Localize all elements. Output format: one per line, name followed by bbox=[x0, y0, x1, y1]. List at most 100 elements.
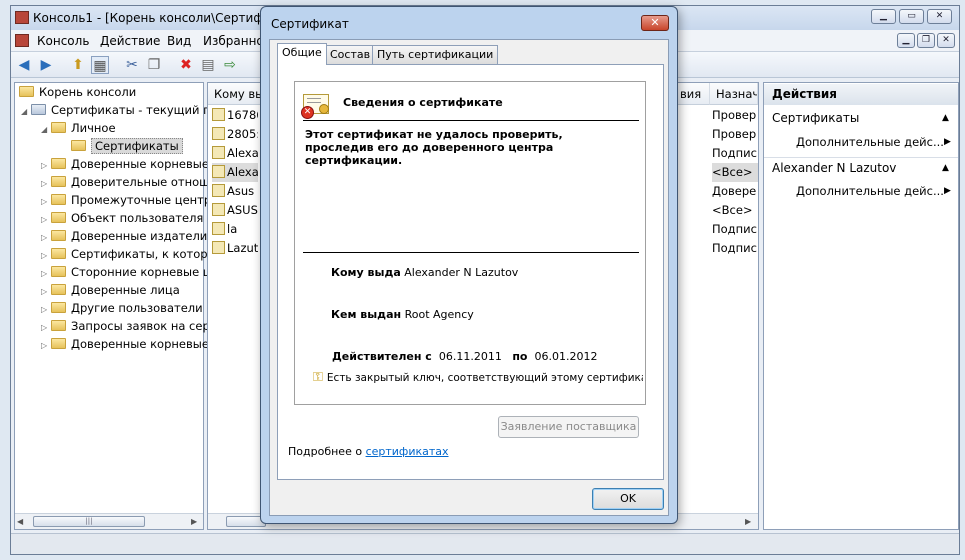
certificate-store-icon bbox=[31, 104, 46, 115]
private-key-text: Есть закрытый ключ, соответствующий этом… bbox=[326, 372, 643, 384]
table-row[interactable]: Asus bbox=[212, 182, 258, 201]
cell-purpose: Провер bbox=[712, 127, 757, 141]
expanded-arrow-icon[interactable]: ◢ bbox=[41, 121, 51, 137]
collapsed-arrow-icon[interactable]: ▷ bbox=[41, 247, 51, 263]
collapsed-arrow-icon[interactable]: ▷ bbox=[41, 319, 51, 335]
divider bbox=[303, 252, 639, 253]
scroll-thumb[interactable]: ||| bbox=[33, 516, 145, 527]
scroll-left-icon[interactable]: ◀ bbox=[17, 517, 23, 526]
cell-issued-to: Lazuto bbox=[227, 241, 258, 255]
up-folder-icon[interactable]: ⬆ bbox=[69, 56, 87, 74]
tree-item-personal[interactable]: ◢ Личное bbox=[41, 119, 116, 137]
cell-issued-to: Asus bbox=[227, 184, 255, 198]
menu-action[interactable]: Действие bbox=[100, 34, 160, 48]
console-menu-icon[interactable] bbox=[15, 34, 29, 47]
tab-certification-path[interactable]: Путь сертификации bbox=[372, 45, 499, 64]
menu-console[interactable]: Консоль bbox=[37, 34, 89, 48]
collapsed-arrow-icon[interactable]: ▷ bbox=[41, 175, 51, 191]
table-row[interactable]: ASUS bbox=[212, 201, 258, 220]
collapsed-arrow-icon[interactable]: ▷ bbox=[41, 229, 51, 245]
child-minimize-button[interactable]: ▁ bbox=[897, 33, 915, 48]
tree-horizontal-scrollbar[interactable]: ◀ ||| ▶ bbox=[15, 513, 203, 529]
tree-item-console-root[interactable]: Корень консоли bbox=[19, 83, 136, 101]
tree-item-folder[interactable]: ▷ Доверительные отнош bbox=[41, 173, 210, 191]
tree-item-folder[interactable]: ▷ Другие пользователи bbox=[41, 299, 203, 317]
tree-item-certificates-current-user[interactable]: ◢ Сертификаты - текущий п bbox=[21, 101, 211, 119]
tree-item-folder[interactable]: ▷ Объект пользователя А bbox=[41, 209, 215, 227]
collapsed-arrow-icon[interactable]: ▷ bbox=[41, 283, 51, 299]
certificate-dialog: Сертификат ✕ Общие Состав Путь сертифика… bbox=[260, 6, 678, 524]
dialog-close-button[interactable]: ✕ bbox=[641, 15, 669, 31]
certificate-icon bbox=[212, 165, 225, 178]
export-icon[interactable]: ⇨ bbox=[221, 56, 239, 74]
expanded-arrow-icon[interactable]: ◢ bbox=[21, 103, 31, 119]
table-row[interactable]: Alexar bbox=[212, 144, 258, 163]
tab-details[interactable]: Состав bbox=[325, 45, 376, 64]
menu-view[interactable]: Вид bbox=[167, 34, 191, 48]
column-header-issued-to[interactable]: Кому вы bbox=[208, 83, 268, 105]
child-close-button[interactable]: ✕ bbox=[937, 33, 955, 48]
actions-more-2[interactable]: Дополнительные дейс... ▶ bbox=[764, 181, 958, 202]
actions-header: Действия bbox=[764, 84, 958, 105]
collapse-icon[interactable]: ▲ bbox=[942, 108, 949, 129]
column-header-purposes[interactable]: Назначе bbox=[710, 83, 758, 105]
collapsed-arrow-icon[interactable]: ▷ bbox=[41, 211, 51, 227]
maximize-button[interactable]: ▭ bbox=[899, 9, 924, 24]
forward-icon[interactable]: ▶ bbox=[37, 56, 55, 74]
tree-item-folder[interactable]: ▷ Сторонние корневые ц bbox=[41, 263, 211, 281]
tree-item-label: Доверенные лица bbox=[71, 283, 180, 297]
scroll-right-icon[interactable]: ▶ bbox=[191, 517, 197, 526]
collapsed-arrow-icon[interactable]: ▷ bbox=[41, 301, 51, 317]
tree-item-folder[interactable]: ▷ Сертификаты, к которы bbox=[41, 245, 217, 263]
actions-section-certificates[interactable]: Сертификаты ▲ bbox=[764, 108, 958, 129]
tree-item-label: Промежуточные центр bbox=[71, 193, 212, 207]
valid-from-label: Действителен с bbox=[332, 350, 432, 363]
tree-item-folder[interactable]: ▷ Доверенные лица bbox=[41, 281, 180, 299]
actions-more-1[interactable]: Дополнительные дейс... ▶ bbox=[764, 132, 958, 153]
delete-icon[interactable]: ✖ bbox=[177, 56, 195, 74]
tree-item-folder[interactable]: ▷ Доверенные корневые bbox=[41, 335, 209, 353]
table-row[interactable]: Alexar bbox=[212, 163, 258, 182]
certificate-info-box: ✕ Сведения о сертификате Этот сертификат… bbox=[294, 81, 646, 405]
copy-icon[interactable]: ❐ bbox=[145, 56, 163, 74]
actions-pane: Действия Сертификаты ▲ Дополнительные дей… bbox=[763, 82, 959, 530]
cell-purpose: Подпис bbox=[712, 146, 757, 160]
tree-item-folder[interactable]: ▷ Промежуточные центр bbox=[41, 191, 211, 209]
cell-issued-to: ASUS bbox=[227, 203, 258, 217]
table-row[interactable]: 16786 bbox=[212, 106, 258, 125]
tree-item-folder[interactable]: ▷ Запросы заявок на сер bbox=[41, 317, 210, 335]
back-icon[interactable]: ◀ bbox=[15, 56, 33, 74]
show-tree-icon[interactable]: ▦ bbox=[91, 56, 109, 74]
actions-section-lazutov[interactable]: Alexander N Lazutov ▲ bbox=[764, 157, 958, 178]
valid-from-value: 06.11.2011 bbox=[438, 350, 502, 363]
cut-icon[interactable]: ✂ bbox=[123, 56, 141, 74]
ok-button[interactable]: OK bbox=[592, 488, 664, 510]
issuer-statement-button[interactable]: Заявление поставщика bbox=[498, 416, 639, 438]
menu-favorites[interactable]: Избранное bbox=[203, 34, 261, 48]
collapsed-arrow-icon[interactable]: ▷ bbox=[41, 265, 51, 281]
certificates-link[interactable]: сертификатах bbox=[366, 445, 449, 458]
tree-item-certificates-selected[interactable]: Сертификаты bbox=[61, 137, 183, 155]
collapsed-arrow-icon[interactable]: ▷ bbox=[41, 157, 51, 173]
tree-item-folder[interactable]: ▷ Доверенные издатели bbox=[41, 227, 207, 245]
folder-icon bbox=[71, 140, 86, 151]
minimize-button[interactable]: ▁ bbox=[871, 9, 896, 24]
table-row[interactable]: 2805:l bbox=[212, 125, 258, 144]
collapse-icon[interactable]: ▲ bbox=[942, 158, 949, 179]
properties-icon[interactable]: ▤ bbox=[199, 56, 217, 74]
close-button[interactable]: ✕ bbox=[927, 9, 952, 24]
scroll-right-icon[interactable]: ▶ bbox=[745, 517, 751, 526]
table-row[interactable]: Lazuto bbox=[212, 239, 258, 258]
collapsed-arrow-icon[interactable]: ▷ bbox=[41, 337, 51, 353]
tab-general[interactable]: Общие bbox=[277, 43, 327, 65]
table-row[interactable]: la bbox=[212, 220, 258, 239]
tree-item-label: Объект пользователя А bbox=[71, 211, 215, 225]
collapsed-arrow-icon[interactable]: ▷ bbox=[41, 193, 51, 209]
tree-item-folder[interactable]: ▷ Доверенные корневые bbox=[41, 155, 209, 173]
column-header-expiry[interactable]: вия bbox=[674, 83, 710, 105]
action-label: Дополнительные дейс... bbox=[796, 135, 944, 149]
tree-item-label: Доверенные издатели bbox=[71, 229, 208, 243]
child-restore-button[interactable]: ❐ bbox=[917, 33, 935, 48]
tree-item-label: Сертификаты - текущий п bbox=[51, 103, 211, 117]
certificate-icon bbox=[212, 146, 225, 159]
